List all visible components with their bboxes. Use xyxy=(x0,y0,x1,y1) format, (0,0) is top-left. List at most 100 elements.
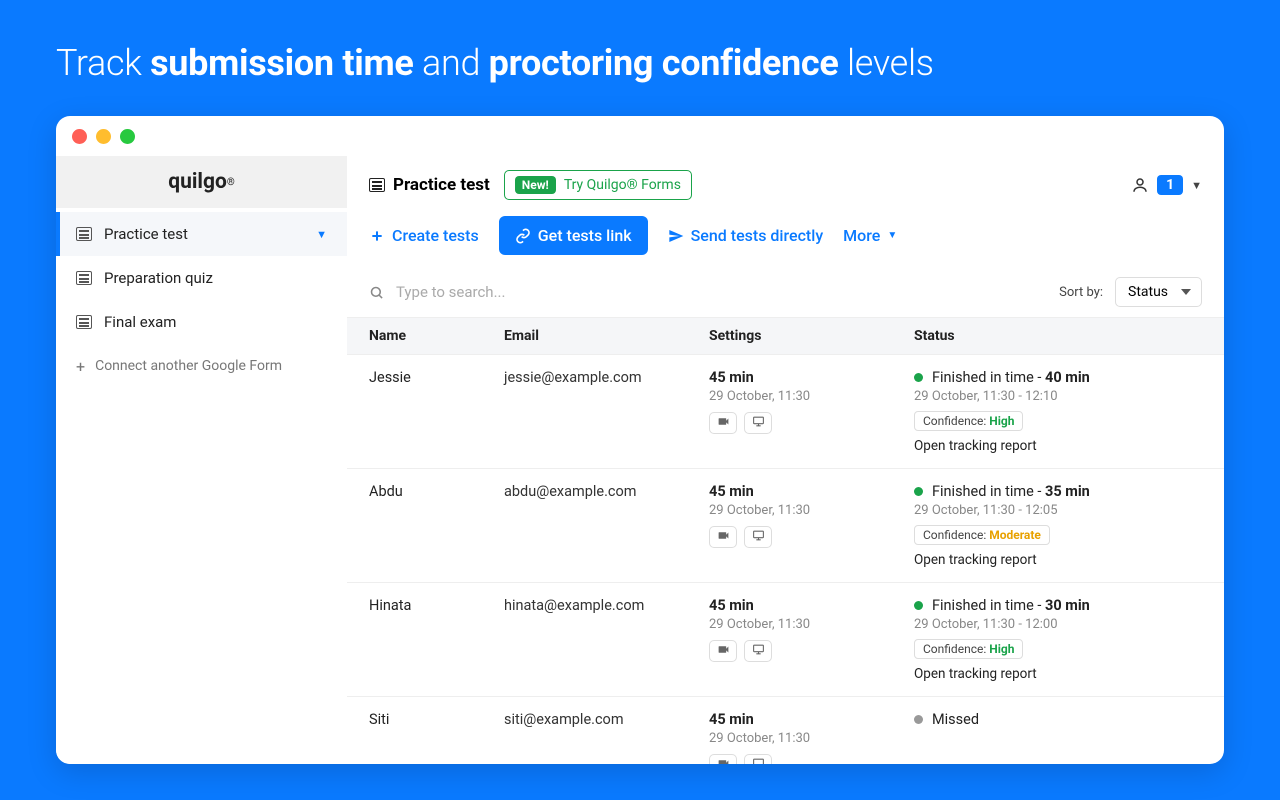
form-icon xyxy=(76,315,92,329)
sidebar-item-final-exam[interactable]: Final exam xyxy=(56,300,347,344)
cell-email: abdu@example.com xyxy=(504,483,709,568)
window-titlebar xyxy=(56,116,1224,156)
cell-name: Abdu xyxy=(369,483,504,568)
table-body: Jessiejessie@example.com45 min29 October… xyxy=(347,355,1224,764)
send-tests-button[interactable]: Send tests directly xyxy=(668,226,824,245)
col-email: Email xyxy=(504,328,709,344)
screen-icon xyxy=(752,757,765,765)
table-row: Abduabdu@example.com45 min29 October, 11… xyxy=(347,469,1224,583)
status-dot-icon xyxy=(914,487,923,496)
cell-email: jessie@example.com xyxy=(504,369,709,454)
create-tests-button[interactable]: Create tests xyxy=(369,226,479,245)
connect-label: Connect another Google Form xyxy=(95,358,282,374)
search-sort-row: Sort by: Status xyxy=(347,271,1224,317)
more-menu[interactable]: More ▼ xyxy=(843,226,897,245)
open-tracking-report[interactable]: Open tracking report xyxy=(914,438,1202,454)
page-title: Practice test xyxy=(369,175,490,195)
try-label: Try Quilgo® Forms xyxy=(564,177,681,193)
cell-when: 29 October, 11:30 xyxy=(709,389,914,404)
plus-icon xyxy=(369,228,385,244)
screen-chip[interactable] xyxy=(744,412,772,434)
confidence-badge: Confidence: High xyxy=(914,411,1023,431)
form-icon xyxy=(76,227,92,241)
camera-chip[interactable] xyxy=(709,754,737,764)
account-menu[interactable]: 1 ▼ xyxy=(1131,175,1202,195)
status-time: 29 October, 11:30 - 12:00 xyxy=(914,617,1202,632)
main-panel: Practice test New! Try Quilgo® Forms 1 ▼… xyxy=(347,156,1224,764)
cell-duration: 45 min xyxy=(709,483,914,500)
hero-headline: Track submission time and proctoring con… xyxy=(0,0,1280,94)
cell-duration: 45 min xyxy=(709,369,914,386)
status-text: Finished in time - 30 min xyxy=(932,597,1090,614)
camera-chip[interactable] xyxy=(709,412,737,434)
sidebar-item-label: Preparation quiz xyxy=(104,269,213,287)
sort-label: Sort by: xyxy=(1059,285,1103,300)
camera-icon xyxy=(717,529,730,546)
camera-icon xyxy=(717,757,730,765)
form-icon xyxy=(369,178,385,192)
cell-email: hinata@example.com xyxy=(504,597,709,682)
cell-duration: 45 min xyxy=(709,711,914,728)
status-time: 29 October, 11:30 - 12:05 xyxy=(914,503,1202,518)
status-text: Finished in time - 40 min xyxy=(932,369,1090,386)
sidebar-item-preparation-quiz[interactable]: Preparation quiz xyxy=(56,256,347,300)
action-bar: Create tests Get tests link Send tests d… xyxy=(347,214,1224,271)
paper-plane-icon xyxy=(668,228,684,244)
get-tests-link-button[interactable]: Get tests link xyxy=(499,216,648,255)
chevron-down-icon: ▼ xyxy=(887,230,897,241)
sidebar: quilgo® Practice test ▼ Preparation quiz Fi… xyxy=(56,156,347,764)
col-name: Name xyxy=(369,328,504,344)
status-dot-icon xyxy=(914,373,923,382)
table-row: Hinatahinata@example.com45 min29 October… xyxy=(347,583,1224,697)
screen-chip[interactable] xyxy=(744,640,772,662)
form-icon xyxy=(76,271,92,285)
sidebar-item-label: Practice test xyxy=(104,225,188,243)
cell-duration: 45 min xyxy=(709,597,914,614)
camera-icon xyxy=(717,415,730,432)
screen-icon xyxy=(752,529,765,546)
user-icon xyxy=(1131,176,1149,194)
cell-when: 29 October, 11:30 xyxy=(709,503,914,518)
sidebar-item-practice-test[interactable]: Practice test ▼ xyxy=(56,212,347,256)
screen-icon xyxy=(752,643,765,660)
status-dot-icon xyxy=(914,715,923,724)
app-window: quilgo® Practice test ▼ Preparation quiz Fi… xyxy=(56,116,1224,764)
cell-when: 29 October, 11:30 xyxy=(709,731,914,746)
status-time: 29 October, 11:30 - 12:10 xyxy=(914,389,1202,404)
chevron-down-icon: ▼ xyxy=(1191,179,1202,192)
new-badge: New! xyxy=(515,176,556,194)
col-status: Status xyxy=(914,328,1202,344)
table-row: Jessiejessie@example.com45 min29 October… xyxy=(347,355,1224,469)
camera-chip[interactable] xyxy=(709,640,737,662)
user-count-badge: 1 xyxy=(1157,175,1183,195)
open-tracking-report[interactable]: Open tracking report xyxy=(914,666,1202,682)
table-header: Name Email Settings Status xyxy=(347,317,1224,355)
camera-icon xyxy=(717,643,730,660)
close-icon[interactable] xyxy=(72,129,87,144)
confidence-badge: Confidence: Moderate xyxy=(914,525,1050,545)
status-dot-icon xyxy=(914,601,923,610)
plus-icon: + xyxy=(76,357,85,376)
screen-chip[interactable] xyxy=(744,526,772,548)
try-quilgo-forms[interactable]: New! Try Quilgo® Forms xyxy=(504,170,692,200)
sort-select[interactable]: Status xyxy=(1115,277,1202,307)
main-header: Practice test New! Try Quilgo® Forms 1 ▼ xyxy=(347,156,1224,214)
cell-name: Siti xyxy=(369,711,504,764)
screen-chip[interactable] xyxy=(744,754,772,764)
cell-name: Jessie xyxy=(369,369,504,454)
minimize-icon[interactable] xyxy=(96,129,111,144)
brand-logo: quilgo® xyxy=(56,156,347,208)
status-text: Missed xyxy=(932,711,979,728)
sidebar-item-label: Final exam xyxy=(104,313,176,331)
connect-google-form[interactable]: + Connect another Google Form xyxy=(56,344,347,388)
chevron-down-icon: ▼ xyxy=(316,228,327,241)
cell-when: 29 October, 11:30 xyxy=(709,617,914,632)
col-settings: Settings xyxy=(709,328,914,344)
camera-chip[interactable] xyxy=(709,526,737,548)
search-icon xyxy=(369,285,384,300)
screen-icon xyxy=(752,415,765,432)
confidence-badge: Confidence: High xyxy=(914,639,1023,659)
search-input[interactable] xyxy=(396,283,1047,301)
open-tracking-report[interactable]: Open tracking report xyxy=(914,552,1202,568)
maximize-icon[interactable] xyxy=(120,129,135,144)
